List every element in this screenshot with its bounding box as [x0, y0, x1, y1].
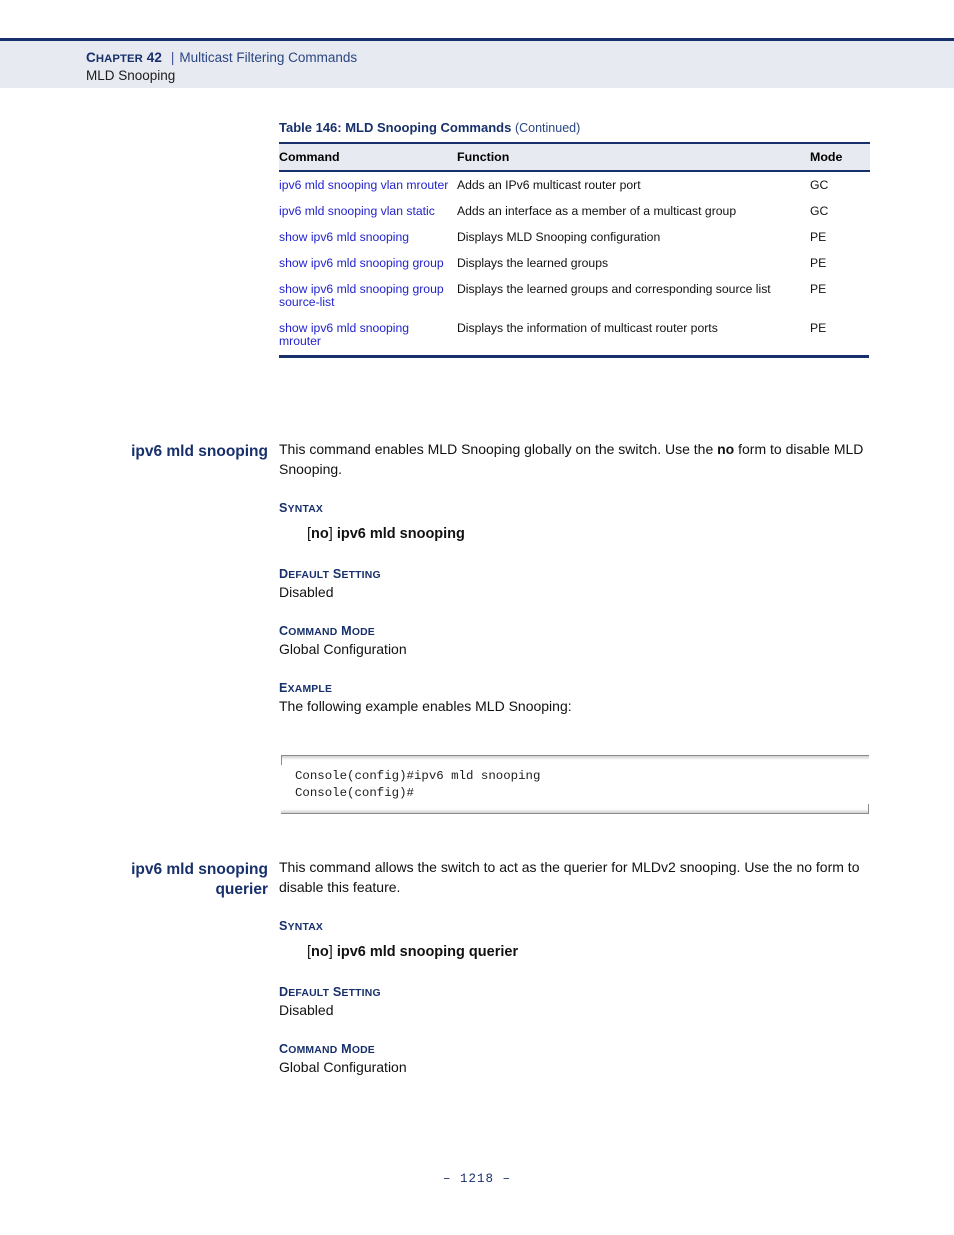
section-heading-line-1: ipv6 mld snooping — [131, 861, 268, 878]
syntax-bracket-close: ] — [328, 526, 337, 542]
command-mode: PE — [810, 321, 827, 335]
syntax-group: SYNTAX [no] ipv6 mld snooping — [279, 501, 879, 542]
table-row: ipv6 mld snooping vlan mrouter Adds an I… — [279, 171, 870, 198]
table-block: Table 146: MLD Snooping Commands (Contin… — [279, 120, 870, 358]
command-function: Displays the learned groups — [457, 256, 609, 270]
command-function: Adds an IPv6 multicast router port — [457, 178, 641, 192]
chapter-text: CHAPTER 42 — [86, 50, 162, 65]
command-mode: PE — [810, 282, 827, 296]
syntax-bracket-close: ] — [328, 944, 337, 960]
console-output: Console(config)#ipv6 mld snooping Consol… — [295, 769, 541, 800]
example-label: EXAMPLE — [279, 681, 333, 695]
chapter-subject: Multicast Filtering Commands — [179, 50, 358, 65]
command-link[interactable]: ipv6 mld snooping vlan mrouter — [279, 171, 457, 198]
command-link[interactable]: show ipv6 mld snooping mrouter — [279, 315, 457, 354]
command-mode: GC — [810, 178, 829, 192]
command-function: Displays the information of multicast ro… — [457, 321, 718, 335]
default-setting-group: DEFAULT SETTING Disabled — [279, 567, 879, 602]
table-row: show ipv6 mld snooping mrouter Displays … — [279, 315, 870, 354]
command-mode: GC — [810, 204, 829, 218]
command-mode-label: COMMAND MODE — [279, 1042, 375, 1056]
example-text: The following example enables MLD Snoopi… — [279, 698, 572, 714]
header-section-title: MLD Snooping — [86, 68, 176, 83]
command-mode-group: COMMAND MODE Global Configuration — [279, 1042, 879, 1077]
table-caption-continued: (Continued) — [514, 121, 581, 135]
command-function: Displays MLD Snooping configuration — [457, 230, 661, 244]
default-setting-value: Disabled — [279, 1002, 334, 1018]
breadcrumb: CHAPTER 42 | Multicast Filtering Commands — [86, 50, 357, 65]
command-function: Displays the learned groups and correspo… — [457, 282, 771, 296]
example-group: EXAMPLE The following example enables ML… — [279, 681, 879, 716]
chapter-label: CHAPTER 42 — [86, 50, 166, 65]
section-heading-line-2: querier — [215, 881, 268, 898]
table-row: show ipv6 mld snooping Displays MLD Snoo… — [279, 224, 870, 250]
default-setting-value: Disabled — [279, 584, 334, 600]
section-description: This command enables MLD Snooping global… — [279, 440, 871, 479]
table-header-row: Command Function Mode — [279, 142, 870, 172]
column-header-mode: Mode — [810, 142, 870, 172]
command-mode-group: COMMAND MODE Global Configuration — [279, 624, 879, 659]
command-mode-value: Global Configuration — [279, 641, 407, 657]
syntax-command: ipv6 mld snooping querier — [336, 944, 519, 960]
syntax-keyword-no: no — [311, 944, 329, 960]
table-caption-text: Table 146: MLD Snooping Commands — [279, 120, 512, 135]
section-body: This command enables MLD Snooping global… — [279, 440, 879, 716]
section-heading: ipv6 mld snooping — [131, 443, 268, 460]
section-body: This command allows the switch to act as… — [279, 858, 879, 1077]
mld-snooping-commands-table: Command Function Mode ipv6 mld snooping … — [279, 142, 870, 354]
code-block-top-rule — [281, 755, 869, 765]
description-text-1: This command enables MLD Snooping global… — [279, 441, 718, 457]
column-header-function: Function — [457, 142, 810, 172]
command-mode: PE — [810, 230, 827, 244]
syntax-label: SYNTAX — [279, 919, 324, 933]
syntax-label: SYNTAX — [279, 501, 324, 515]
command-mode: PE — [810, 256, 827, 270]
default-setting-label: DEFAULT SETTING — [279, 985, 381, 999]
code-block-bottom-rule — [281, 804, 869, 814]
page-header: CHAPTER 42 | Multicast Filtering Commands… — [0, 38, 954, 88]
table-caption: Table 146: MLD Snooping Commands (Contin… — [279, 120, 869, 135]
table-row: show ipv6 mld snooping group Displays th… — [279, 250, 870, 276]
table-bottom-rule — [279, 355, 869, 358]
syntax-group: SYNTAX [no] ipv6 mld snooping querier — [279, 919, 879, 960]
breadcrumb-separator: | — [170, 50, 175, 65]
page-footer: – 1218 – — [442, 1172, 511, 1186]
section-heading: ipv6 mld snooping querier — [60, 860, 268, 900]
command-mode-value: Global Configuration — [279, 1059, 407, 1075]
default-setting-label: DEFAULT SETTING — [279, 567, 381, 581]
description-bold-no: no — [717, 441, 735, 457]
command-link[interactable]: show ipv6 mld snooping group source-list — [279, 276, 457, 315]
console-example-block: Console(config)#ipv6 mld snooping Consol… — [281, 755, 869, 814]
syntax-line: [no] ipv6 mld snooping — [307, 526, 879, 542]
table-row: show ipv6 mld snooping group source-list… — [279, 276, 870, 315]
column-header-command: Command — [279, 142, 457, 172]
command-function: Adds an interface as a member of a multi… — [457, 204, 737, 218]
table-row: ipv6 mld snooping vlan static Adds an in… — [279, 198, 870, 224]
syntax-keyword-no: no — [311, 526, 329, 542]
syntax-line: [no] ipv6 mld snooping querier — [307, 944, 879, 960]
section-description: This command allows the switch to act as… — [279, 859, 860, 895]
syntax-command: ipv6 mld snooping — [336, 526, 465, 542]
command-link[interactable]: ipv6 mld snooping vlan static — [279, 198, 457, 224]
command-mode-label: COMMAND MODE — [279, 624, 375, 638]
command-link[interactable]: show ipv6 mld snooping group — [279, 250, 457, 276]
default-setting-group: DEFAULT SETTING Disabled — [279, 985, 879, 1020]
command-link[interactable]: show ipv6 mld snooping — [279, 224, 457, 250]
